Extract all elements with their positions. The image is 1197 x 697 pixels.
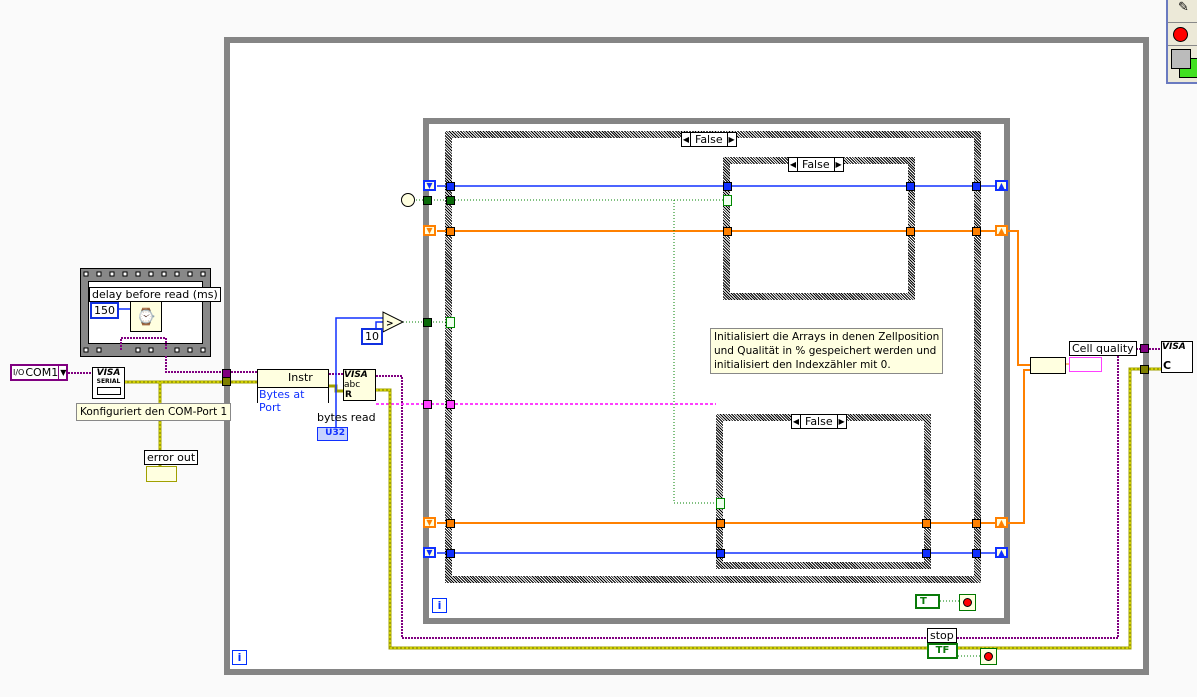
inner-case-bottom-selector[interactable]: ◀ False ▶ xyxy=(791,414,847,429)
tunnel xyxy=(423,196,432,205)
visa-read-node[interactable]: VISA abc R xyxy=(343,369,376,401)
tunnel xyxy=(423,318,432,327)
tunnel xyxy=(972,182,981,191)
inner-case-structure-bottom[interactable] xyxy=(716,414,931,569)
outer-case-selector[interactable]: ◀ False ▶ xyxy=(681,132,737,147)
visa-io-icon: I/O xyxy=(13,368,25,377)
tunnel xyxy=(446,196,455,205)
debug-toolbar: ✎ xyxy=(1166,0,1197,84)
bytes-read-indicator[interactable]: U32 xyxy=(317,427,348,441)
shift-register-right-array[interactable]: ▲ xyxy=(995,225,1008,236)
tunnel xyxy=(972,227,981,236)
tunnel xyxy=(222,377,231,386)
shift-register-right-int2[interactable]: ▲ xyxy=(995,547,1008,558)
shift-register-left-array2[interactable]: ▼ xyxy=(423,517,436,528)
selector-value: False xyxy=(690,133,728,146)
wait-ms-icon[interactable]: ⌚ xyxy=(130,301,162,332)
probe-icon[interactable]: ✎ xyxy=(1168,0,1197,23)
tunnel xyxy=(423,400,432,409)
inner-case-structure-top[interactable] xyxy=(723,157,915,300)
error-out-label: error out xyxy=(144,450,199,465)
tunnel xyxy=(446,549,455,558)
comment-line: Initialisiert die Arrays in denen Zellpo… xyxy=(714,331,940,343)
prev-case-icon[interactable]: ◀ xyxy=(789,158,797,171)
tunnel xyxy=(1140,365,1149,374)
next-case-icon[interactable]: ▶ xyxy=(835,158,843,171)
palette-icon[interactable] xyxy=(1168,46,1197,80)
comment-line: und Qualität in % gespeichert werden und xyxy=(714,345,937,357)
tunnel xyxy=(723,182,732,191)
breakpoint-icon[interactable] xyxy=(1168,23,1197,46)
delay-constant[interactable]: 150 xyxy=(90,302,119,319)
next-case-icon[interactable]: ▶ xyxy=(728,133,736,146)
inner-iteration-terminal: i xyxy=(432,598,447,613)
tunnel xyxy=(972,549,981,558)
tunnel xyxy=(972,519,981,528)
stop-control[interactable]: TF xyxy=(927,643,958,659)
selector-terminal-top xyxy=(723,195,732,206)
prev-case-icon[interactable]: ◀ xyxy=(792,415,800,428)
stop-label: stop xyxy=(927,628,957,643)
visa-close-node[interactable]: VISA C xyxy=(1161,341,1193,373)
init-comment: Initialisiert die Arrays in denen Zellpo… xyxy=(710,328,944,374)
config-comment: Konfiguriert den COM-Port 1 xyxy=(76,403,232,421)
selector-value: False xyxy=(797,158,835,171)
cell-quality-label: Cell quality xyxy=(1069,341,1137,356)
tunnel xyxy=(922,549,931,558)
serial-port-icon xyxy=(96,387,121,395)
tunnel xyxy=(446,227,455,236)
visa-property-node[interactable]: Instr Bytes at Port xyxy=(257,369,329,414)
inner-case-top-selector[interactable]: ◀ False ▶ xyxy=(788,157,844,172)
visa-read-sub: abc xyxy=(344,380,361,390)
tunnel xyxy=(906,182,915,191)
tunnel xyxy=(716,519,725,528)
tunnel xyxy=(446,519,455,528)
tunnel xyxy=(446,400,455,409)
compare-constant[interactable]: 10 xyxy=(361,328,383,345)
visa-read-title: VISA xyxy=(344,370,368,380)
tunnel xyxy=(1140,344,1149,353)
dropdown-arrow-icon[interactable]: ▼ xyxy=(58,366,67,379)
visa-subtitle: SERIAL xyxy=(96,378,121,385)
error-out-indicator[interactable] xyxy=(146,466,177,482)
cell-quality-indicator[interactable] xyxy=(1069,357,1102,372)
build-array-node[interactable] xyxy=(1030,357,1066,374)
outer-loop-condition-icon[interactable] xyxy=(980,648,997,665)
prev-case-icon[interactable]: ◀ xyxy=(682,133,690,146)
tunnel xyxy=(723,227,732,236)
outer-iteration-terminal: i xyxy=(232,650,247,665)
com-port-value: COM1 xyxy=(25,366,59,379)
visa-configure-serial-node[interactable]: VISA SERIAL xyxy=(92,367,125,399)
visa-close-title: VISA xyxy=(1162,342,1186,352)
tunnel xyxy=(716,549,725,558)
property-bytes-at-port[interactable]: Bytes at Port xyxy=(258,387,328,414)
inner-loop-condition-icon[interactable] xyxy=(959,594,976,611)
tunnel xyxy=(922,519,931,528)
selector-value: False xyxy=(800,415,838,428)
shift-register-left-int2[interactable]: ▼ xyxy=(423,547,436,558)
tunnel xyxy=(446,182,455,191)
property-node-class: Instr xyxy=(288,371,313,384)
shift-register-left-int[interactable]: ▼ xyxy=(423,180,436,191)
tunnel xyxy=(906,227,915,236)
comment-line: initialisiert den Indexzähler mit 0. xyxy=(714,359,891,371)
visa-read-mode: R xyxy=(345,390,352,400)
delay-label: delay before read (ms) xyxy=(89,287,221,302)
inner-stop-constant[interactable]: T xyxy=(915,594,940,609)
visa-title: VISA xyxy=(96,368,121,378)
first-call-icon xyxy=(401,193,415,207)
com-port-control[interactable]: I/O COM1 ▼ xyxy=(10,364,68,381)
shift-register-right-array2[interactable]: ▲ xyxy=(995,517,1008,528)
selector-terminal-outer xyxy=(446,317,455,328)
shift-register-left-array[interactable]: ▼ xyxy=(423,225,436,236)
next-case-icon[interactable]: ▶ xyxy=(838,415,846,428)
bytes-read-label: bytes read xyxy=(317,411,376,424)
shift-register-right-int[interactable]: ▲ xyxy=(995,180,1008,191)
selector-terminal-bottom xyxy=(716,498,725,509)
visa-close-mode: C xyxy=(1163,359,1172,372)
